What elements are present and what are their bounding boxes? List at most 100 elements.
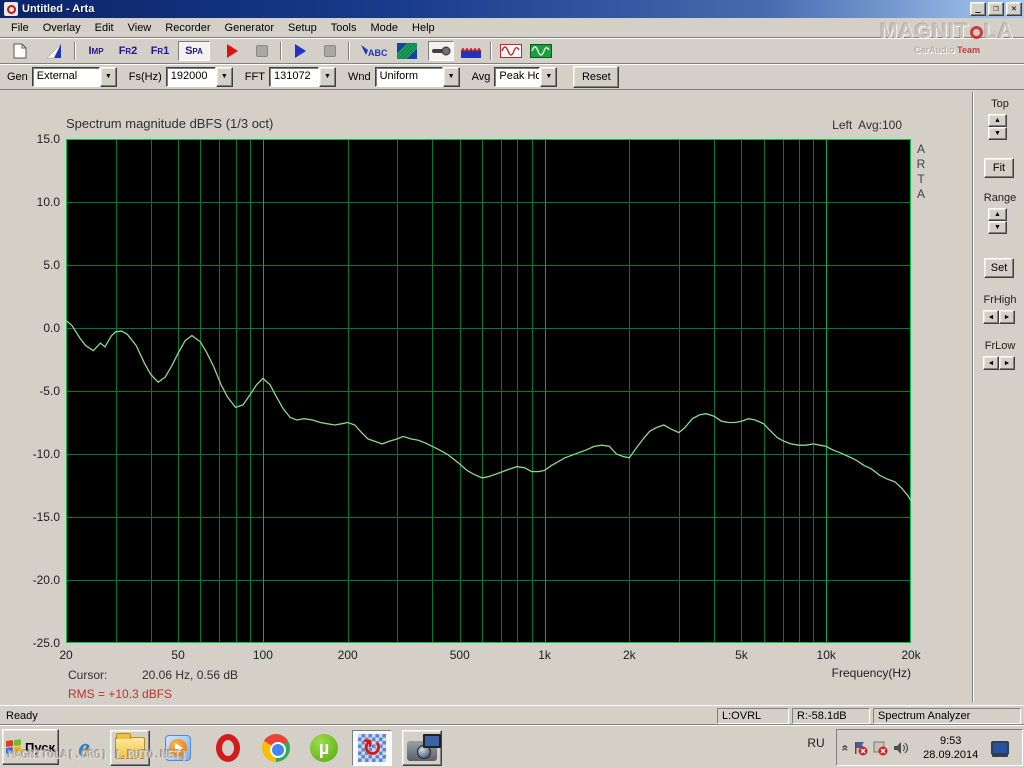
frhigh-right-button[interactable]: ► [999, 310, 1015, 324]
taskbar-app-arta-active[interactable]: ↻ [352, 730, 392, 766]
cursor-readout-button[interactable]: ABC [356, 41, 390, 61]
set-button[interactable]: Set [984, 258, 1014, 278]
generator-setup-button[interactable] [528, 41, 554, 61]
menu-item-file[interactable]: File [4, 20, 36, 36]
taskbar-app-opera[interactable] [208, 730, 248, 766]
taskbar-app-internet-explorer[interactable]: e [64, 730, 104, 766]
update-disabled-icon[interactable] [873, 740, 889, 756]
menu-item-generator[interactable]: Generator [218, 20, 282, 36]
taskbar-app-media-player[interactable] [158, 730, 198, 766]
x-tick-label: 20k [901, 648, 921, 662]
frlow-right-button[interactable]: ► [999, 356, 1015, 370]
tray-clock[interactable]: 9:53 28.09.2014 [915, 734, 987, 762]
overlay-button[interactable] [42, 41, 66, 61]
taskbar-app-screen-capture[interactable] [402, 730, 442, 766]
top-up-button[interactable]: ▲ [988, 114, 1007, 127]
client-area: Spectrum magnitude dBFS (1/3 oct) Left A… [0, 90, 1024, 705]
dropdown-arrow-icon[interactable]: ▼ [215, 66, 233, 87]
record-play-icon [226, 44, 238, 58]
toolbar-separator [490, 42, 492, 60]
gen-select[interactable]: External ▼ [31, 66, 117, 87]
top-down-button[interactable]: ▼ [988, 127, 1007, 140]
microphone-plug-icon [432, 46, 451, 56]
signal-generator-button[interactable] [498, 41, 524, 61]
y-tick-label: -5.0 [39, 384, 60, 398]
new-file-button[interactable] [8, 41, 32, 61]
spectrum-scaling-button[interactable] [458, 41, 484, 61]
dropdown-arrow-icon[interactable]: ▼ [540, 66, 558, 87]
restore-button[interactable]: ❐ [988, 2, 1004, 16]
y-tick-label: -15.0 [32, 510, 60, 524]
menu-bar: File Overlay Edit View Recorder Generator Setu… [0, 18, 1024, 38]
record-button[interactable] [220, 41, 244, 61]
screen: Untitled - Arta _ ❐ ✕ File Overlay Edit Vie… [0, 0, 1024, 768]
svg-text:ABC: ABC [368, 48, 387, 58]
menu-item-edit[interactable]: Edit [88, 20, 121, 36]
fft-select[interactable]: 131072 ▼ [268, 66, 336, 87]
color-setup-button[interactable] [394, 41, 420, 61]
frlow-left-button[interactable]: ◄ [983, 356, 999, 370]
folder-icon [115, 733, 145, 759]
fit-button[interactable]: Fit [984, 158, 1014, 178]
minimize-button[interactable]: _ [970, 2, 986, 16]
mode-readout: Spectrum Analyzer [873, 707, 1021, 724]
fs-value: 192000 [165, 66, 216, 87]
range-up-button[interactable]: ▲ [988, 208, 1007, 221]
menu-item-view[interactable]: View [121, 20, 159, 36]
dropdown-arrow-icon[interactable]: ▼ [99, 66, 117, 87]
generator-stop-button[interactable] [318, 41, 342, 61]
taskbar-app-chrome[interactable] [256, 730, 296, 766]
reset-button[interactable]: Reset [573, 65, 620, 88]
window-title: Untitled - Arta [22, 3, 95, 15]
wnd-select[interactable]: Uniform ▼ [374, 66, 460, 87]
dropdown-arrow-icon[interactable]: ▼ [442, 66, 460, 87]
imp-mode-button[interactable]: Imp [82, 41, 110, 61]
menu-item-overlay[interactable]: Overlay [36, 20, 88, 36]
toolbar-settings: Gen External ▼ Fs(Hz) 192000 ▼ FFT 13107… [0, 64, 1024, 90]
opera-icon [216, 734, 240, 762]
avg-value: Peak Hol [494, 66, 541, 87]
stop-icon [256, 45, 268, 57]
mic-input-button[interactable] [428, 41, 454, 61]
fr1-mode-button[interactable]: Fr1 [146, 41, 174, 61]
close-button[interactable]: ✕ [1006, 2, 1022, 16]
record-stop-button[interactable] [250, 41, 274, 61]
spa-mode-button[interactable]: Spa [178, 41, 210, 61]
menu-item-help[interactable]: Help [405, 20, 442, 36]
gen-label: Gen [7, 70, 28, 83]
frhigh-left-button[interactable]: ◄ [983, 310, 999, 324]
taskbar-app-file-explorer[interactable] [110, 730, 150, 766]
green-sine-icon [530, 44, 552, 58]
menu-item-mode[interactable]: Mode [363, 20, 405, 36]
security-alert-icon[interactable] [853, 740, 869, 756]
spectrum-plot[interactable] [66, 139, 911, 643]
title-bar: Untitled - Arta _ ❐ ✕ [0, 0, 1024, 18]
taskbar-app-utorrent[interactable]: µ [304, 730, 344, 766]
generator-start-button[interactable] [288, 41, 312, 61]
x-tick-label: 5k [735, 648, 748, 662]
menu-item-tools[interactable]: Tools [324, 20, 364, 36]
gen-value: External [31, 66, 100, 87]
start-button[interactable]: Пуск [2, 729, 59, 765]
fr2-mode-button[interactable]: Fr2 [114, 41, 142, 61]
range-label: Range [983, 192, 1017, 204]
menu-item-setup[interactable]: Setup [281, 20, 324, 36]
camera-icon [407, 734, 441, 761]
fs-select[interactable]: 192000 ▼ [165, 66, 233, 87]
range-down-button[interactable]: ▼ [988, 221, 1007, 234]
x-tick-label: 50 [171, 648, 185, 662]
system-tray: « 9:53 28.09.2014 [836, 729, 1023, 766]
x-tick-label: 20 [59, 648, 73, 662]
menu-item-recorder[interactable]: Recorder [158, 20, 217, 36]
volume-icon[interactable] [893, 740, 909, 756]
show-desktop-icon[interactable] [990, 740, 1009, 755]
right-control-panel: Top ▲ ▼ Fit Range ▲ ▼ Set FrHigh ◄ ► FrL… [976, 90, 1024, 705]
dropdown-arrow-icon[interactable]: ▼ [318, 66, 336, 87]
tray-date: 28.09.2014 [923, 748, 979, 761]
stop-icon [324, 45, 336, 57]
avg-select[interactable]: Peak Hol ▼ [494, 66, 558, 87]
diagonal-stripes-icon [397, 43, 417, 59]
language-indicator[interactable]: RU [804, 736, 828, 750]
new-document-icon [13, 43, 27, 59]
tray-chevron-icon[interactable]: « [838, 744, 852, 751]
